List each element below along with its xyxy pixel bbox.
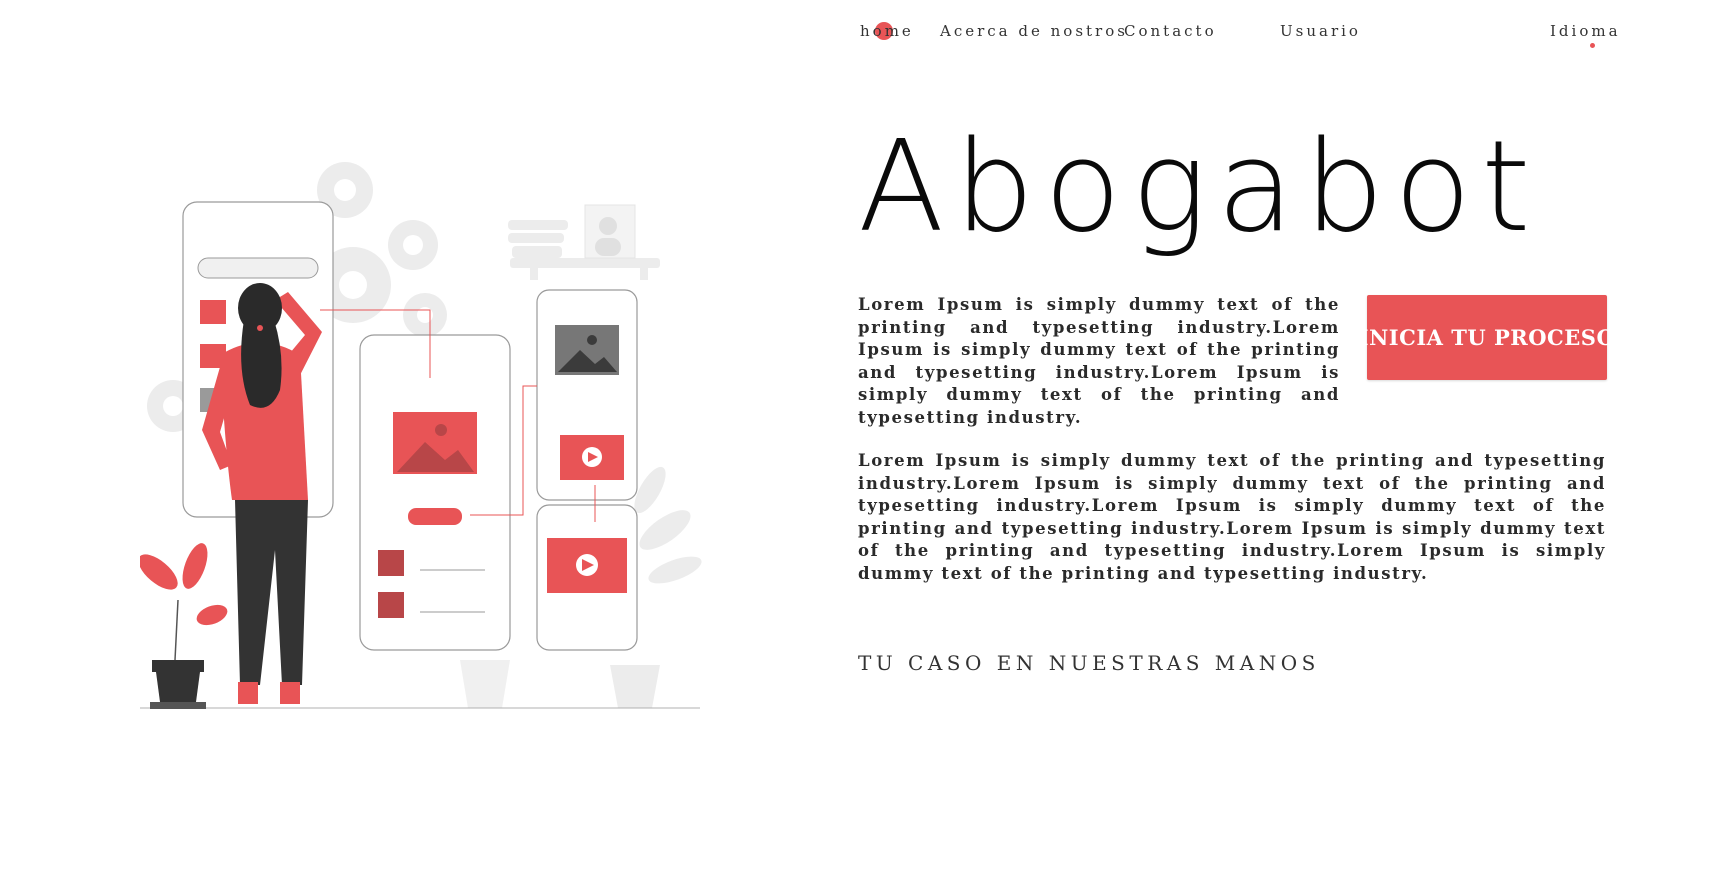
page-title: Abogabot xyxy=(858,113,1541,260)
landing-page: home Acerca de nostros Contacto Usuario … xyxy=(0,0,1735,886)
nav-language-link[interactable]: Idioma xyxy=(1550,22,1621,40)
body-paragraph: Lorem Ipsum is simply dummy text of the … xyxy=(858,451,1606,583)
nav-user-link[interactable]: Usuario xyxy=(1280,22,1361,40)
phone-mockup-right-bottom xyxy=(536,504,638,651)
red-plant xyxy=(140,543,228,709)
language-indicator-dot xyxy=(1590,43,1595,48)
nav-home-link[interactable]: home xyxy=(860,22,914,40)
nav-about-link[interactable]: Acerca de nostros xyxy=(940,22,1128,40)
nav-contact-link[interactable]: Contacto xyxy=(1124,22,1217,40)
tagline: TU CASO EN NUESTRAS MANOS xyxy=(858,651,1320,675)
start-process-button[interactable]: INICIA TU PROCESO xyxy=(1359,295,1615,380)
phone-mockup-right-top xyxy=(536,289,638,501)
nav-home-label: home xyxy=(860,22,914,40)
shelf-decoration xyxy=(508,204,660,280)
intro-paragraph: Lorem Ipsum is simply dummy text of the … xyxy=(858,295,1340,427)
top-nav: home Acerca de nostros Contacto Usuario … xyxy=(0,0,1735,60)
phone-mockup-middle xyxy=(359,334,511,651)
hero-illustration xyxy=(140,162,702,709)
